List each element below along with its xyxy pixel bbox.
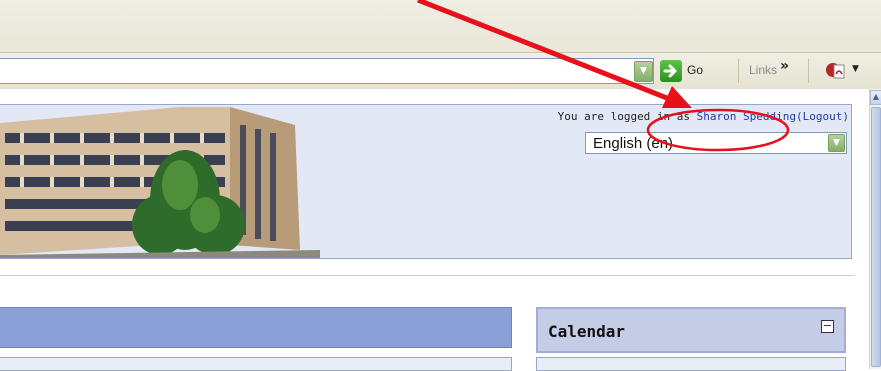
language-select[interactable]: English (en) ▼ bbox=[585, 132, 847, 154]
calendar-block-header: Calendar − bbox=[536, 307, 846, 353]
address-bar-row: ▼ Go Links » ▼ bbox=[0, 52, 881, 90]
links-button[interactable]: Links bbox=[749, 63, 777, 77]
address-input[interactable]: ▼ bbox=[0, 58, 654, 84]
divider bbox=[0, 275, 855, 276]
scroll-up-button[interactable]: ▲ bbox=[870, 90, 881, 105]
pdf-icon[interactable] bbox=[825, 60, 847, 80]
go-label: Go bbox=[687, 63, 704, 77]
user-profile-link[interactable]: Sharon Spedding bbox=[697, 110, 796, 123]
logout-link[interactable]: (Logout) bbox=[796, 110, 849, 123]
vertical-scrollbar[interactable]: ▲ bbox=[869, 89, 881, 369]
toolbar-separator bbox=[808, 59, 809, 83]
go-arrow-icon bbox=[660, 60, 682, 82]
collapse-icon[interactable]: − bbox=[821, 320, 834, 333]
login-info: You are logged in as Sharon Spedding(Log… bbox=[558, 110, 849, 123]
toolbar-separator bbox=[738, 59, 739, 83]
scroll-thumb[interactable] bbox=[871, 107, 881, 367]
address-dropdown-button[interactable]: ▼ bbox=[634, 61, 653, 82]
language-selected-value: English (en) bbox=[593, 135, 674, 152]
language-dropdown-button[interactable]: ▼ bbox=[828, 134, 845, 152]
main-content-header bbox=[0, 307, 512, 348]
calendar-title: Calendar bbox=[548, 322, 626, 341]
browser-toolbar bbox=[0, 0, 881, 52]
links-chevron-icon[interactable]: » bbox=[780, 58, 789, 74]
login-prefix-text: You are logged in as bbox=[557, 110, 691, 123]
site-header: You are logged in as Sharon Spedding(Log… bbox=[0, 104, 852, 259]
building-illustration bbox=[0, 105, 320, 258]
go-button[interactable]: Go bbox=[660, 59, 718, 83]
pdf-dropdown-icon[interactable]: ▼ bbox=[852, 64, 859, 74]
